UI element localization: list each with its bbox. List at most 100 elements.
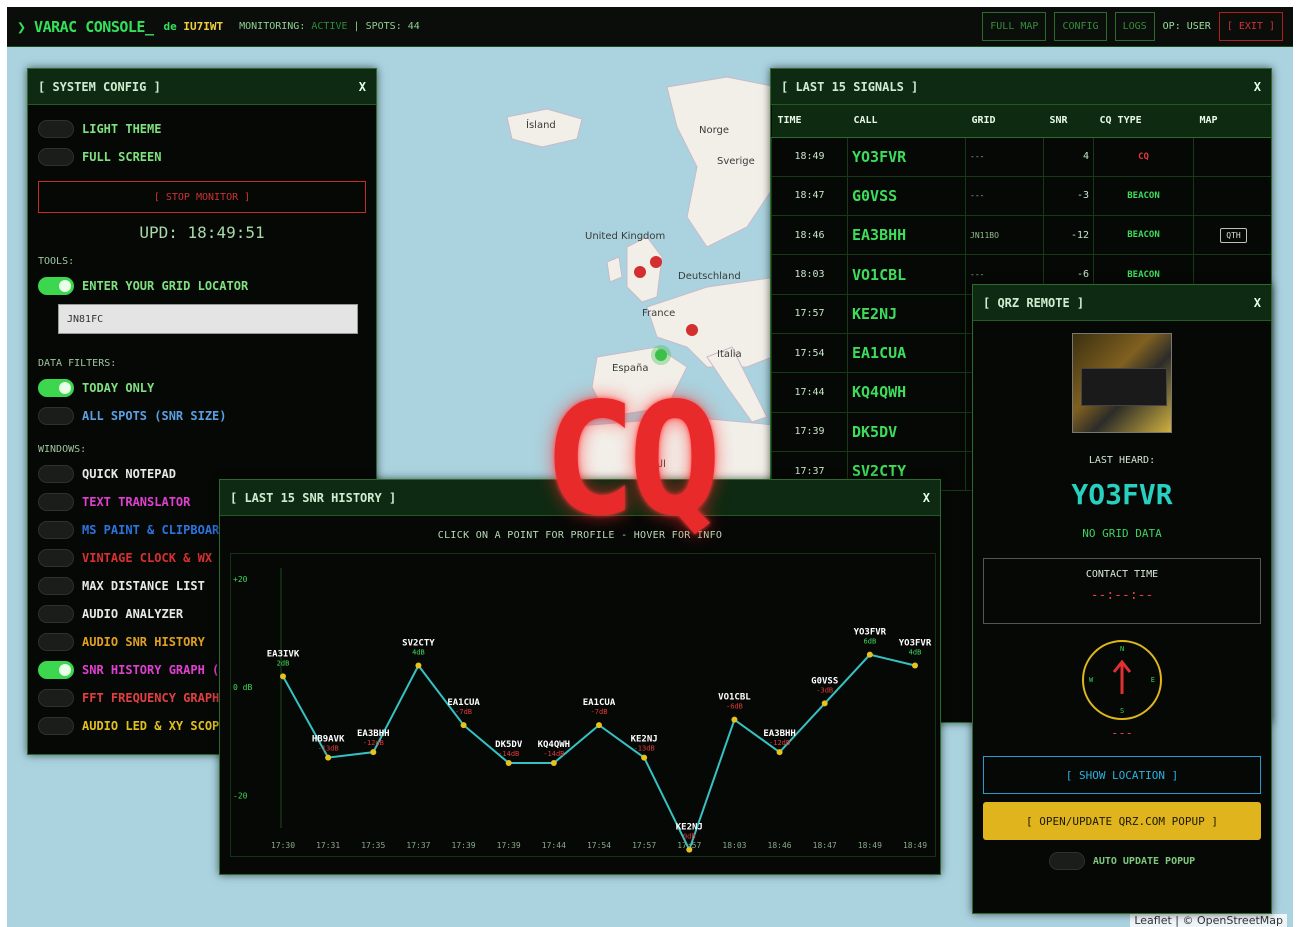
station-photo[interactable]	[1072, 333, 1172, 433]
config-button[interactable]: CONFIG	[1054, 12, 1107, 41]
cell-time: 17:57	[771, 293, 848, 334]
snr-point[interactable]	[912, 662, 918, 669]
full-screen-label: FULL SCREEN	[82, 150, 162, 164]
column-header[interactable]: CQ TYPE	[1093, 105, 1194, 138]
window-titlebar[interactable]: [ LAST 15 SIGNALS ] X	[771, 69, 1271, 105]
grid-locator-toggle[interactable]	[38, 277, 74, 295]
point-callsign-label: DK5DV	[495, 740, 523, 750]
x-tick-label: 18:49	[903, 841, 927, 850]
close-button[interactable]: X	[923, 491, 930, 505]
column-header[interactable]: CALL	[847, 105, 966, 138]
stop-monitor-button[interactable]: [ STOP MONITOR ]	[38, 181, 366, 213]
window-toggle[interactable]	[38, 661, 74, 679]
window-toggle[interactable]	[38, 521, 74, 539]
show-location-button[interactable]: [ SHOW LOCATION ]	[983, 756, 1261, 794]
cell-grid: ---	[965, 136, 1044, 177]
window-titlebar[interactable]: [ SYSTEM CONFIG ] X	[28, 69, 376, 105]
snr-point[interactable]	[866, 651, 873, 658]
table-row[interactable]: 18:47 G0VSS --- -3 BEACON	[771, 175, 1271, 217]
snr-point[interactable]	[415, 662, 422, 669]
compass: N E S W	[1082, 640, 1162, 720]
all-spots-label: ALL SPOTS (SNR SIZE)	[82, 409, 227, 423]
window-toggle[interactable]	[38, 549, 74, 567]
today-only-toggle[interactable]	[38, 379, 74, 397]
table-row[interactable]: 18:46 EA3BHH JN11BO -12 BEACON QTH	[771, 215, 1271, 256]
column-header[interactable]: GRID	[965, 105, 1044, 138]
window-toggle[interactable]	[38, 605, 74, 623]
snr-point[interactable]	[641, 754, 648, 761]
cell-callsign[interactable]: G0VSS	[847, 175, 966, 217]
snr-point[interactable]	[550, 760, 557, 766]
home-marker[interactable]	[655, 349, 667, 361]
point-snr-label: -3dB	[816, 686, 833, 694]
cell-callsign[interactable]: VO1CBL	[847, 254, 966, 295]
window-toggle[interactable]	[38, 717, 74, 735]
window-toggle[interactable]	[38, 577, 74, 595]
snr-point[interactable]	[596, 722, 602, 729]
point-callsign-label: EA1CUA	[447, 698, 480, 708]
grid-locator-input[interactable]: JN81FC	[58, 304, 358, 334]
point-snr-label: 4dB	[909, 649, 922, 657]
snr-history-chart[interactable]: +200 dB-20EA3IVK2dB17:30HB9AVK-13dB17:31…	[230, 553, 936, 857]
window-toggle[interactable]	[38, 689, 74, 707]
last-update-time: UPD: 18:49:51	[139, 223, 265, 242]
spot-marker[interactable]	[634, 266, 646, 278]
auto-update-toggle[interactable]	[1048, 852, 1085, 870]
open-qrz-popup-button[interactable]: [ OPEN/UPDATE QRZ.COM POPUP ]	[983, 802, 1261, 840]
full-map-button[interactable]: FULL MAP	[982, 12, 1047, 41]
monitoring-label: MONITORING:	[239, 21, 306, 32]
qth-button[interactable]: QTH	[1220, 227, 1247, 243]
cell-callsign[interactable]: YO3FVR	[847, 136, 966, 177]
auto-update-row: AUTO UPDATE POPUP	[973, 852, 1271, 870]
all-spots-row: ALL SPOTS (SNR SIZE)	[28, 402, 376, 430]
snr-point[interactable]	[280, 673, 286, 680]
map-label-uk: United Kingdom	[585, 231, 666, 242]
cell-callsign[interactable]: DK5DV	[847, 411, 966, 452]
exit-button[interactable]: [ EXIT ]	[1218, 12, 1283, 41]
cell-callsign[interactable]: EA1CUA	[847, 332, 966, 374]
window-toggle[interactable]	[38, 633, 74, 651]
point-snr-label: -14dB	[498, 750, 519, 758]
light-theme-toggle[interactable]	[38, 120, 74, 138]
last-heard-callsign[interactable]: YO3FVR	[973, 478, 1271, 511]
cell-callsign[interactable]: EA3BHH	[847, 215, 966, 256]
point-snr-label: 0dB	[683, 833, 696, 841]
column-header[interactable]: SNR	[1043, 105, 1094, 138]
point-snr-label: 2dB	[277, 659, 290, 667]
map-attribution[interactable]: Leaflet | © OpenStreetMap	[1130, 914, 1287, 927]
x-tick-label: 17:39	[497, 841, 521, 850]
point-callsign-label: KE2NJ	[676, 823, 703, 833]
snr-point[interactable]	[731, 716, 738, 723]
snr-point[interactable]	[370, 749, 377, 756]
snr-point[interactable]	[821, 700, 828, 707]
close-button[interactable]: X	[1254, 296, 1261, 310]
close-button[interactable]: X	[359, 80, 366, 94]
column-header[interactable]: MAP	[1193, 105, 1271, 138]
cell-time: 18:46	[771, 215, 848, 256]
snr-point[interactable]	[505, 760, 512, 766]
full-screen-toggle[interactable]	[38, 148, 74, 166]
snr-point[interactable]	[460, 722, 467, 729]
cell-time: 17:44	[771, 372, 848, 413]
spot-marker[interactable]	[650, 256, 662, 268]
cell-callsign[interactable]: KE2NJ	[847, 293, 966, 334]
x-tick-label: 17:39	[452, 841, 476, 850]
all-spots-toggle[interactable]	[38, 407, 74, 425]
window-toggle-label: MS PAINT & CLIPBOARD	[82, 523, 227, 537]
spot-marker[interactable]	[686, 324, 698, 336]
cell-cq-type: BEACON	[1093, 215, 1194, 256]
column-header[interactable]: TIME	[771, 105, 848, 138]
window-toggle[interactable]	[38, 465, 74, 483]
cell-callsign[interactable]: KQ4QWH	[847, 372, 966, 413]
table-row[interactable]: 18:49 YO3FVR --- 4 CQ	[771, 136, 1271, 177]
window-toggle[interactable]	[38, 493, 74, 511]
close-button[interactable]: X	[1254, 80, 1261, 94]
snr-point[interactable]	[325, 754, 332, 761]
snr-point[interactable]	[776, 749, 783, 756]
point-snr-label: -14dB	[543, 750, 564, 758]
window-titlebar[interactable]: [ QRZ REMOTE ] X	[973, 285, 1271, 321]
cell-snr: -12	[1043, 215, 1094, 256]
window-toggle-label: AUDIO SNR HISTORY	[82, 635, 205, 649]
logs-button[interactable]: LOGS	[1114, 12, 1155, 41]
window-titlebar[interactable]: [ LAST 15 SNR HISTORY ] X	[220, 480, 940, 516]
